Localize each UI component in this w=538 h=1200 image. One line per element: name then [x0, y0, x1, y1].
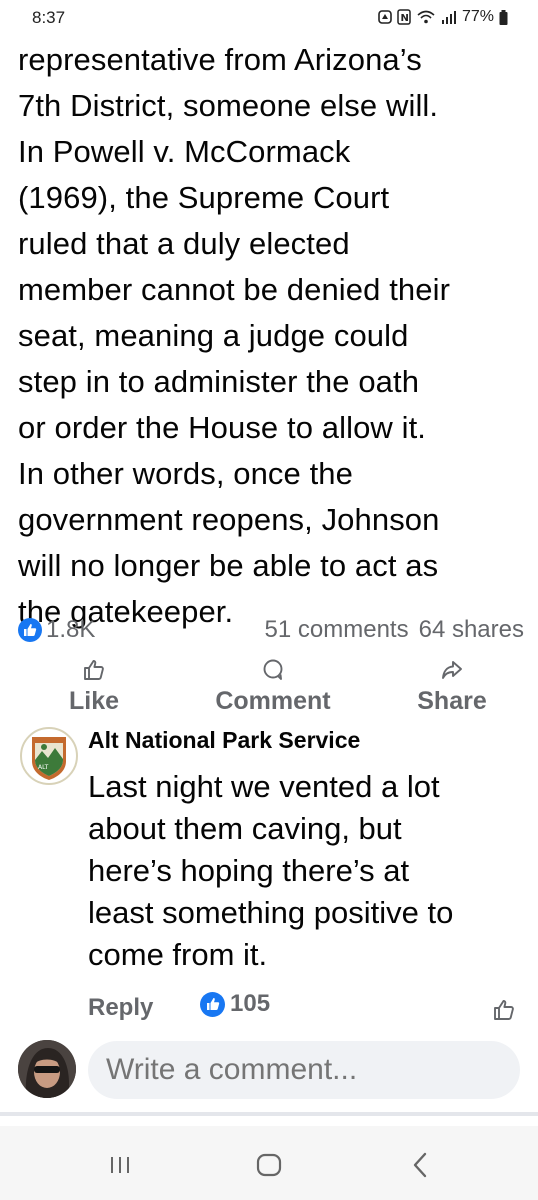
reaction-count[interactable]: 1.8K — [46, 616, 95, 644]
write-comment-input[interactable] — [88, 1041, 520, 1099]
like-reaction-icon[interactable] — [18, 618, 42, 642]
status-time: 8:37 — [32, 8, 66, 27]
share-button[interactable]: Share — [412, 655, 492, 716]
comment-meta: Reply 105 — [88, 988, 528, 1028]
avatar-logo-text: ALT — [38, 764, 49, 771]
signal-icon — [441, 10, 457, 24]
comment-label: Comment — [215, 687, 331, 715]
back-icon[interactable] — [400, 1150, 440, 1180]
user-avatar[interactable] — [18, 1040, 76, 1098]
comment-reaction-count: 105 — [230, 990, 271, 1017]
shares-count[interactable]: 64 shares — [419, 616, 524, 644]
comment-reactions[interactable]: 105 — [200, 990, 270, 1018]
post-body-text: representative from Arizona’s 7th Distri… — [18, 42, 450, 629]
comments-count[interactable]: 51 comments — [265, 616, 409, 644]
share-label: Share — [417, 687, 487, 715]
reply-button[interactable]: Reply — [88, 994, 153, 1022]
comment-thumbs-up-icon[interactable] — [492, 998, 516, 1027]
share-arrow-icon — [440, 655, 464, 685]
divider — [0, 1112, 538, 1116]
commenter-avatar[interactable]: ALT — [20, 727, 78, 785]
comment-bubble-icon — [261, 655, 285, 685]
thumbs-up-icon — [82, 655, 106, 685]
system-nav-bar — [0, 1126, 538, 1200]
comment-like-badge-icon — [200, 991, 225, 1017]
status-icons: N 77% — [378, 8, 508, 26]
post-stats: 1.8K 51 comments 64 shares — [18, 612, 524, 648]
battery-icon — [499, 9, 508, 25]
home-icon[interactable] — [249, 1150, 289, 1180]
comment-button[interactable]: Comment — [208, 655, 338, 716]
nfc-icon: N — [397, 9, 411, 25]
svg-text:N: N — [400, 13, 408, 24]
post-actions: Like Comment Share — [0, 655, 538, 721]
wifi-icon — [416, 9, 436, 25]
notification-icon — [378, 9, 392, 25]
comment-author[interactable]: Alt National Park Service — [88, 727, 360, 754]
like-label: Like — [68, 687, 120, 715]
like-button[interactable]: Like — [66, 655, 122, 716]
status-bar: 8:37 N 77% — [0, 0, 538, 36]
battery-percent: 77% — [461, 8, 494, 25]
recent-apps-icon[interactable] — [100, 1150, 140, 1180]
comment-text: Last night we vented a lot about them ca… — [88, 769, 454, 972]
